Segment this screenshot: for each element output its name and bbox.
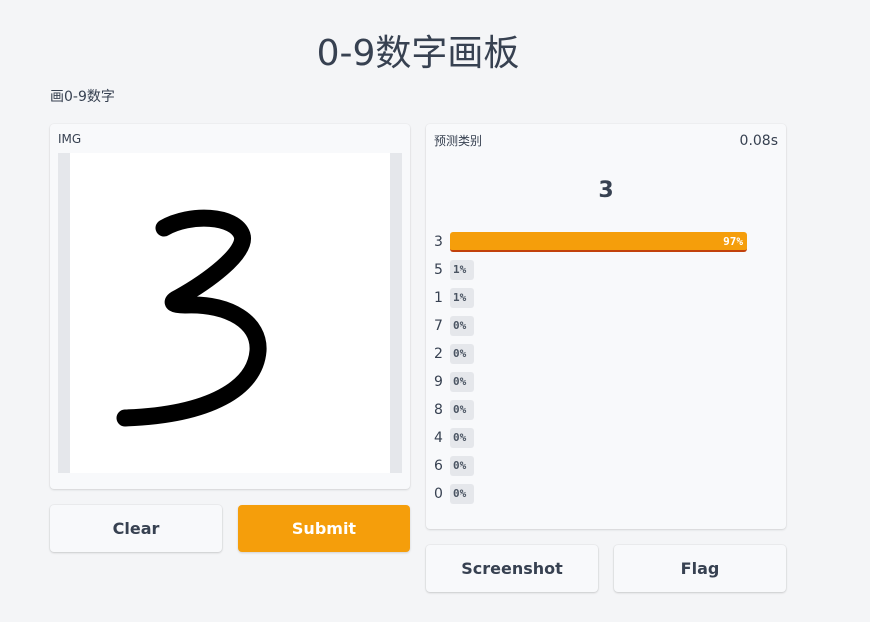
confidence-bar-track: 97% [450, 232, 756, 252]
confidence-row: 4 0% [434, 428, 779, 456]
confidence-class-label: 4 [434, 430, 443, 446]
handwritten-3-drawing [116, 209, 267, 427]
prediction-panel: 预测类别 0.08s 3 3 97% 5 1% 1 1% 7 0% 2 0% 9 0% 8 0% 4 0% 6 0… [426, 124, 786, 529]
confidence-bar-track: 0% [450, 316, 756, 336]
confidence-class-label: 0 [434, 486, 443, 502]
confidence-bar-track: 1% [450, 288, 756, 308]
confidence-percent: 1% [453, 263, 467, 276]
confidence-class-label: 3 [434, 234, 443, 250]
confidence-bar-track: 0% [450, 400, 756, 420]
confidence-bar [450, 232, 747, 252]
confidence-class-label: 2 [434, 346, 443, 362]
confidence-bar-track: 1% [450, 260, 756, 280]
page-description: 画0-9数字 [50, 89, 115, 105]
sketch-area [58, 153, 402, 473]
predicted-class: 3 [598, 178, 614, 203]
confidence-row: 5 1% [434, 260, 779, 288]
confidence-class-label: 1 [434, 290, 443, 306]
image-panel-label: IMG [58, 132, 82, 146]
confidence-percent: 97% [723, 235, 743, 248]
confidence-row: 7 0% [434, 316, 779, 344]
drawing-canvas[interactable] [70, 153, 390, 473]
confidence-class-label: 9 [434, 374, 443, 390]
confidence-bar-track: 0% [450, 456, 756, 476]
page-title: 0-9数字画板 [316, 33, 520, 74]
confidence-class-label: 6 [434, 458, 443, 474]
confidence-class-label: 7 [434, 318, 443, 334]
confidence-bar-track: 0% [450, 428, 756, 448]
confidence-class-label: 8 [434, 402, 443, 418]
confidence-bar-track: 0% [450, 344, 756, 364]
screenshot-button[interactable]: Screenshot [426, 545, 598, 592]
confidence-list: 3 97% 5 1% 1 1% 7 0% 2 0% 9 0% 8 0% 4 0% 6 0% 0 0% [434, 232, 779, 512]
submit-button[interactable]: Submit [238, 505, 410, 552]
confidence-percent: 1% [453, 291, 467, 304]
confidence-row: 1 1% [434, 288, 779, 316]
confidence-percent: 0% [453, 431, 467, 444]
inference-time: 0.08s [739, 133, 778, 149]
confidence-percent: 0% [453, 319, 467, 332]
confidence-percent: 0% [453, 487, 467, 500]
confidence-percent: 0% [453, 459, 467, 472]
confidence-bar-track: 0% [450, 484, 756, 504]
image-input-panel: IMG [50, 124, 410, 489]
confidence-row: 3 97% [434, 232, 779, 260]
confidence-row: 9 0% [434, 372, 779, 400]
confidence-row: 0 0% [434, 484, 779, 512]
confidence-bar-track: 0% [450, 372, 756, 392]
confidence-row: 2 0% [434, 344, 779, 372]
prediction-panel-label: 预测类别 [434, 134, 483, 148]
app-page: 0-9数字画板 画0-9数字 IMG Clear Submit 预测类别 0.0… [0, 0, 870, 622]
confidence-percent: 0% [453, 347, 467, 360]
confidence-percent: 0% [453, 403, 467, 416]
confidence-percent: 0% [453, 375, 467, 388]
confidence-class-label: 5 [434, 262, 443, 278]
clear-button[interactable]: Clear [50, 505, 222, 552]
flag-button[interactable]: Flag [614, 545, 786, 592]
confidence-row: 8 0% [434, 400, 779, 428]
confidence-row: 6 0% [434, 456, 779, 484]
